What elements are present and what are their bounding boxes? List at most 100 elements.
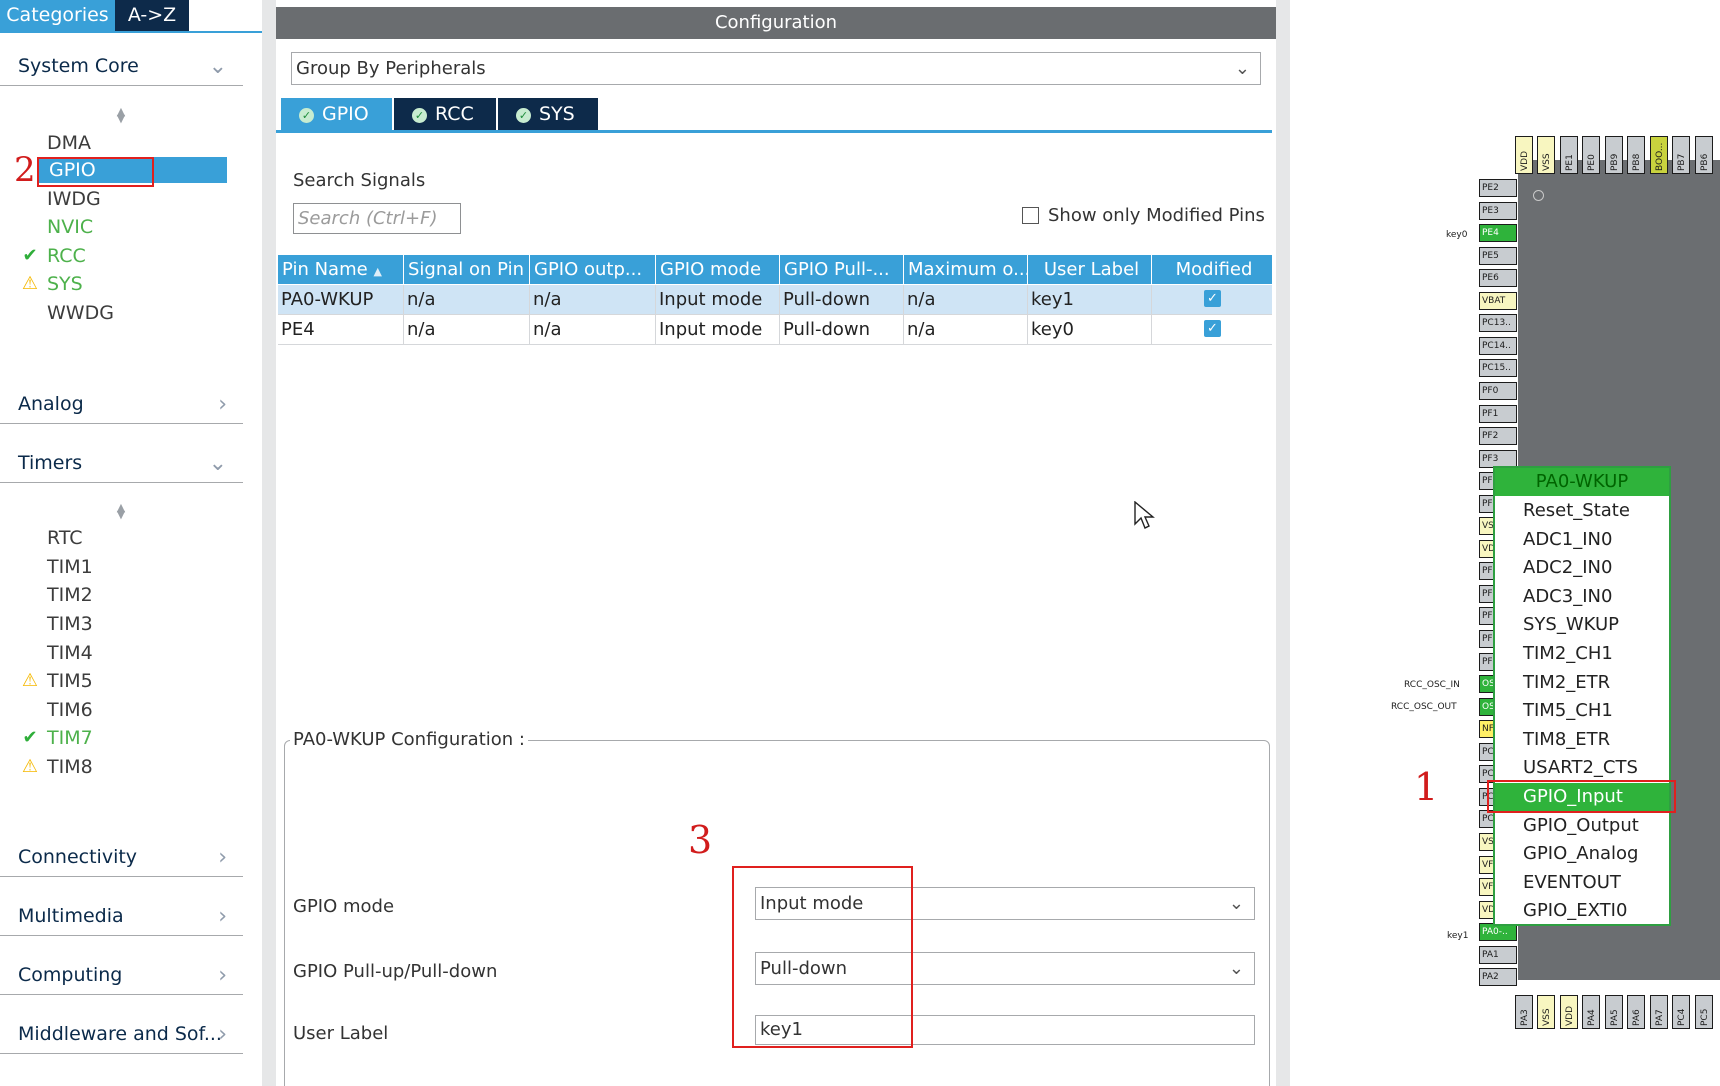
tab-rcc[interactable]: ✓ RCC	[394, 98, 496, 130]
sidebar-item-tim2[interactable]: TIM2	[47, 582, 227, 608]
modified-checkbox[interactable]: ✓	[1204, 290, 1221, 307]
menu-item[interactable]: ADC2_IN0	[1495, 554, 1669, 582]
modified-checkbox[interactable]: ✓	[1204, 320, 1221, 337]
top-pin[interactable]: PB9	[1605, 136, 1623, 174]
menu-item[interactable]: TIM8_ETR	[1495, 726, 1669, 754]
left-pin[interactable]: PF2	[1479, 427, 1517, 446]
chevron-right-icon: ›	[218, 1022, 227, 1047]
top-pin[interactable]: VSS	[1537, 136, 1555, 174]
group-by-value: Group By Peripherals	[296, 58, 486, 79]
tab-sys[interactable]: ✓ SYS	[498, 98, 598, 130]
sidebar-item-tim5[interactable]: TIM5	[47, 668, 227, 694]
menu-item[interactable]: TIM2_CH1	[1495, 640, 1669, 668]
top-pin[interactable]: VDD	[1515, 136, 1533, 174]
sidebar-item-rtc[interactable]: RTC	[47, 525, 227, 551]
column-maximum[interactable]: Maximum o...	[904, 255, 1028, 284]
section-multimedia[interactable]: Multimedia ›	[0, 902, 243, 936]
left-pin[interactable]: PF0	[1479, 381, 1517, 400]
left-pin[interactable]: PE2	[1479, 179, 1517, 197]
sort-icon[interactable]: ▲ ▼	[115, 502, 127, 520]
bottom-pin[interactable]: VDD	[1560, 995, 1578, 1029]
section-middleware[interactable]: Middleware and Sof... ›	[0, 1020, 243, 1054]
column-modified[interactable]: Modified	[1152, 255, 1272, 284]
left-pin[interactable]: PF1	[1479, 404, 1517, 423]
left-pin[interactable]: PE6	[1479, 269, 1517, 288]
menu-item[interactable]: ADC1_IN0	[1495, 526, 1669, 554]
menu-item[interactable]: EVENTOUT	[1495, 869, 1669, 897]
sidebar-item-rcc[interactable]: RCC	[47, 243, 227, 269]
sidebar-item-wwdg[interactable]: WWDG	[47, 300, 227, 326]
left-pin[interactable]: PE4	[1479, 224, 1517, 243]
check-circle-icon: ✓	[299, 108, 314, 123]
splitter[interactable]	[262, 0, 276, 1086]
bottom-pin[interactable]: PA6	[1627, 995, 1645, 1029]
menu-item[interactable]: USART2_CTS	[1495, 754, 1669, 782]
left-pin[interactable]: PC15..	[1479, 359, 1517, 378]
menu-item[interactable]: GPIO_EXTI0	[1495, 897, 1669, 925]
sort-asc-icon: ▲	[373, 265, 382, 278]
bottom-pin[interactable]: PC5	[1695, 995, 1713, 1029]
left-pin[interactable]: PC14..	[1479, 336, 1517, 355]
left-pin[interactable]: PF3	[1479, 449, 1517, 468]
column-gpio-output[interactable]: GPIO outp...	[530, 255, 656, 284]
column-signal[interactable]: Signal on Pin	[404, 255, 530, 284]
section-timers[interactable]: Timers ⌄	[0, 449, 243, 483]
menu-item[interactable]: GPIO_Analog	[1495, 840, 1669, 868]
splitter[interactable]	[1276, 0, 1290, 1086]
show-modified-checkbox[interactable]	[1022, 207, 1039, 224]
bottom-pin[interactable]: PC4	[1672, 995, 1690, 1029]
sidebar-item-tim3[interactable]: TIM3	[47, 611, 227, 637]
pin-label: PC5	[1700, 1008, 1710, 1026]
sidebar-item-tim4[interactable]: TIM4	[47, 640, 227, 666]
table-row[interactable]: PE4 n/a n/a Input mode Pull-down n/a key…	[278, 315, 1272, 345]
sidebar-item-tim7[interactable]: TIM7	[47, 725, 227, 751]
bottom-pin[interactable]: PA7	[1650, 995, 1668, 1029]
bottom-pin[interactable]: PA4	[1582, 995, 1600, 1029]
top-pin[interactable]: PE0	[1582, 136, 1600, 174]
menu-item[interactable]: TIM2_ETR	[1495, 669, 1669, 697]
sidebar-item-dma[interactable]: DMA	[47, 130, 227, 156]
top-pin[interactable]: PB8	[1627, 136, 1645, 174]
sort-icon[interactable]: ▲ ▼	[115, 106, 127, 124]
menu-item[interactable]: SYS_WKUP	[1495, 611, 1669, 639]
bottom-pin[interactable]: PA3	[1515, 995, 1533, 1029]
top-pin[interactable]: BOO...	[1650, 136, 1668, 174]
sidebar-item-tim1[interactable]: TIM1	[47, 554, 227, 580]
bottom-pin[interactable]: VSS	[1537, 995, 1555, 1029]
sidebar-item-tim6[interactable]: TIM6	[47, 697, 227, 723]
tab-categories[interactable]: Categories	[0, 0, 115, 31]
left-pin[interactable]: PC13..	[1479, 314, 1517, 333]
left-pin[interactable]: PE5	[1479, 246, 1517, 265]
top-pin[interactable]: PB6	[1695, 136, 1713, 174]
table-row[interactable]: PA0-WKUP n/a n/a Input mode Pull-down n/…	[278, 285, 1272, 315]
column-pin-name[interactable]: Pin Name ▲	[278, 255, 404, 284]
column-user-label[interactable]: User Label	[1028, 255, 1152, 284]
left-pin[interactable]: PA1	[1479, 945, 1517, 964]
section-analog[interactable]: Analog ›	[0, 390, 243, 424]
section-connectivity[interactable]: Connectivity ›	[0, 843, 243, 877]
tab-gpio[interactable]: ✓ GPIO	[281, 98, 392, 130]
left-pin[interactable]: PE3	[1479, 201, 1517, 220]
search-input[interactable]: Search (Ctrl+F)	[293, 203, 461, 234]
menu-item[interactable]: Reset_State	[1495, 497, 1669, 525]
top-pin[interactable]: PE1	[1560, 136, 1578, 174]
bottom-pin[interactable]: PA5	[1605, 995, 1623, 1029]
sidebar-item-iwdg[interactable]: IWDG	[47, 186, 227, 212]
group-by-select[interactable]: Group By Peripherals ⌄	[291, 52, 1261, 85]
tab-a-z[interactable]: A->Z	[115, 0, 189, 31]
top-pin[interactable]: PB7	[1672, 136, 1690, 174]
menu-item[interactable]: ADC3_IN0	[1495, 583, 1669, 611]
cell-gpio-output: n/a	[530, 285, 656, 315]
section-system-core[interactable]: System Core ⌄	[0, 52, 243, 86]
column-gpio-pull[interactable]: GPIO Pull-...	[780, 255, 904, 284]
sidebar-item-nvic[interactable]: NVIC	[47, 214, 227, 240]
section-computing[interactable]: Computing ›	[0, 961, 243, 995]
cell-pin-name: PE4	[278, 315, 404, 345]
menu-item[interactable]: TIM5_CH1	[1495, 697, 1669, 725]
left-pin[interactable]: PA2	[1479, 968, 1517, 987]
menu-item[interactable]: GPIO_Output	[1495, 812, 1669, 840]
left-pin[interactable]: VBAT	[1479, 291, 1517, 310]
sidebar-item-tim8[interactable]: TIM8	[47, 754, 227, 780]
sidebar-item-sys[interactable]: SYS	[47, 271, 227, 297]
column-gpio-mode[interactable]: GPIO mode	[656, 255, 780, 284]
